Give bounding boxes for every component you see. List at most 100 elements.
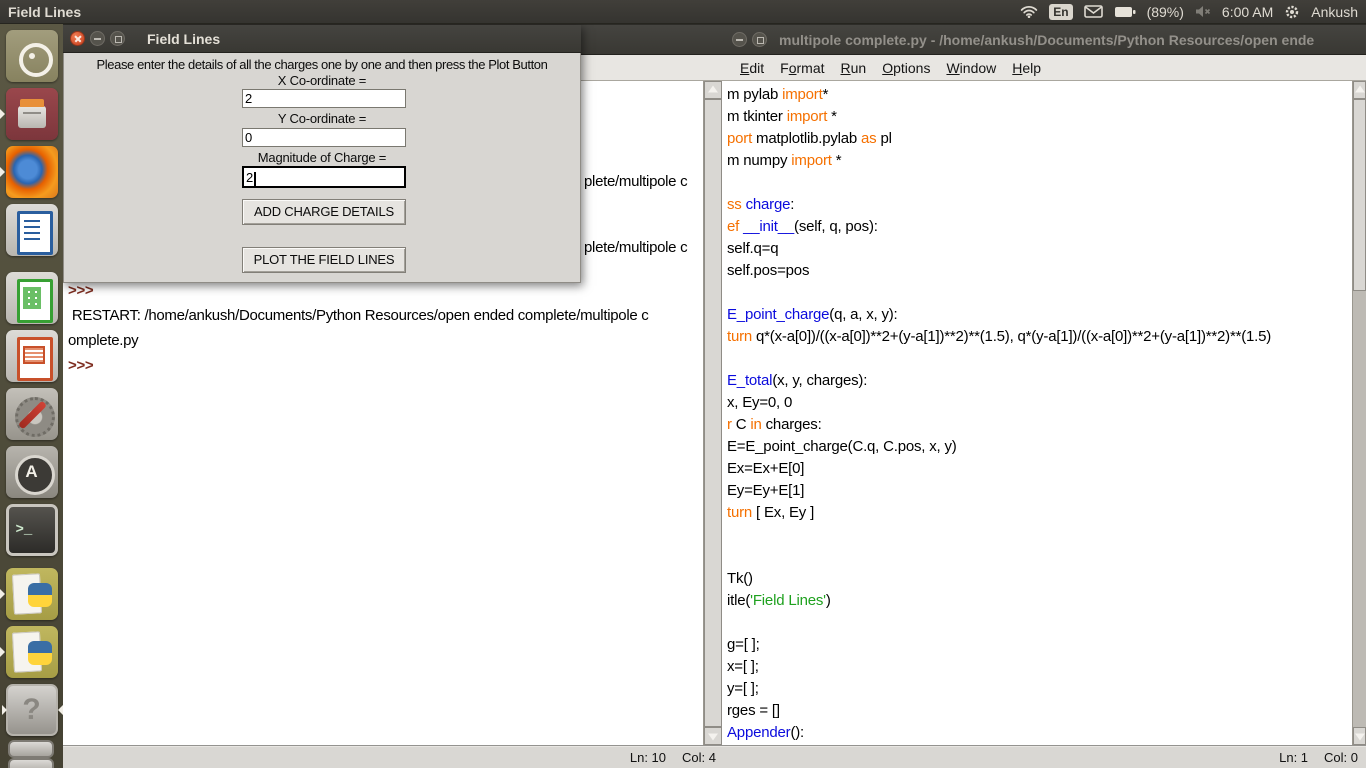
menu-edit[interactable]: Edit <box>740 60 764 76</box>
scrollbar-thumb[interactable] <box>704 99 722 727</box>
running-indicator-icon <box>2 705 7 715</box>
code-line: Ex=Ex+E[0] <box>727 458 1352 480</box>
editor-code-area[interactable]: m pylab import*m tkinter import *port ma… <box>727 84 1352 745</box>
code-line <box>727 546 1352 568</box>
y-coordinate-label: Y Co-ordinate = <box>64 111 580 126</box>
code-line: g=[ ]; <box>727 634 1352 656</box>
clock[interactable]: 6:00 AM <box>1222 4 1273 20</box>
editor-window: multipole complete.py - /home/ankush/Doc… <box>724 25 1366 768</box>
dialog-body: Please enter the details of all the char… <box>63 53 581 283</box>
code-line <box>727 524 1352 546</box>
menu-options[interactable]: Options <box>882 60 930 76</box>
launcher-item-system-settings[interactable] <box>6 388 58 440</box>
launcher-item-firefox[interactable] <box>6 146 58 198</box>
software-updater-glyph: A <box>6 462 58 482</box>
system-tray: En (89%) 6:00 AM Ankush <box>1020 4 1366 20</box>
mounted-drive-icon[interactable] <box>8 758 54 768</box>
launcher-item-python-idle-1[interactable] <box>6 568 58 620</box>
shell-output-line: RESTART: /home/ankush/Documents/Python R… <box>68 303 648 328</box>
volume-muted-icon[interactable] <box>1195 5 1211 18</box>
launcher-item-libreoffice-calc[interactable] <box>6 272 58 324</box>
desktop: multipole complete.py - /home/ankush/Doc… <box>0 0 1366 768</box>
shell-output-fragment: plete/multipole c <box>584 173 687 190</box>
code-line: E=E_point_charge(C.q, C.pos, x, y) <box>727 436 1352 458</box>
menu-window[interactable]: Window <box>946 60 996 76</box>
unity-launcher: A >_? <box>0 24 63 768</box>
x-coordinate-input[interactable] <box>242 89 406 108</box>
launcher-item-dash-home[interactable] <box>6 30 58 82</box>
y-coordinate-input[interactable] <box>242 128 406 147</box>
shell-scrollbar[interactable] <box>703 81 722 745</box>
launcher-item-software-updater[interactable]: A <box>6 446 58 498</box>
running-indicator-icon <box>0 109 5 119</box>
close-icon[interactable] <box>70 31 85 46</box>
magnitude-value: 2 <box>246 170 253 185</box>
mail-icon[interactable] <box>1084 5 1103 18</box>
top-panel: Field Lines En (89%) <box>0 0 1366 24</box>
editor-titlebar[interactable]: multipole complete.py - /home/ankush/Doc… <box>724 25 1366 55</box>
magnitude-input[interactable]: 2 <box>242 166 406 188</box>
code-line <box>727 612 1352 634</box>
code-line: rges = [] <box>727 700 1352 722</box>
scroll-up-icon[interactable] <box>1353 81 1366 99</box>
launcher-item-libreoffice-writer[interactable] <box>6 204 58 256</box>
shell-col-indicator: Col: 4 <box>682 750 716 765</box>
launcher-item-terminal[interactable]: >_ <box>6 504 58 556</box>
code-line: self.q=q <box>727 238 1352 260</box>
focused-indicator-icon <box>58 705 63 715</box>
keyboard-layout-indicator[interactable]: En <box>1049 4 1072 20</box>
editor-statusbar: Ln: 1 Col: 0 <box>724 745 1366 768</box>
scroll-down-icon[interactable] <box>1353 727 1366 745</box>
running-indicator-icon <box>0 589 5 599</box>
username[interactable]: Ankush <box>1311 4 1358 20</box>
code-line: ss charge: <box>727 194 1352 216</box>
code-line: self.pos=pos <box>727 260 1352 282</box>
code-line: m numpy import * <box>727 150 1352 172</box>
scroll-down-icon[interactable] <box>704 727 722 745</box>
scrollbar-thumb[interactable] <box>1353 99 1366 291</box>
dialog-titlebar[interactable]: Field Lines <box>63 25 581 53</box>
editor-menubar: Edit Format Run Options Window Help <box>724 55 1366 81</box>
menu-run[interactable]: Run <box>841 60 867 76</box>
menu-help[interactable]: Help <box>1012 60 1041 76</box>
field-lines-dialog: Field Lines Please enter the details of … <box>63 25 581 283</box>
code-line: port matplotlib.pylab as pl <box>727 128 1352 150</box>
maximize-icon[interactable] <box>110 31 125 46</box>
running-indicator-icon <box>0 167 5 177</box>
shell-line-indicator: Ln: 10 <box>630 750 666 765</box>
battery-icon[interactable] <box>1114 6 1136 18</box>
dialog-title: Field Lines <box>147 31 220 47</box>
code-line <box>727 172 1352 194</box>
code-line: Appender(): <box>727 722 1352 744</box>
text-cursor <box>254 172 256 186</box>
maximize-icon[interactable] <box>752 32 767 47</box>
shell-output-line: omplete.py <box>68 328 648 353</box>
session-gear-icon[interactable] <box>1284 4 1300 20</box>
battery-percent[interactable]: (89%) <box>1147 4 1184 20</box>
launcher-item-files[interactable] <box>6 88 58 140</box>
launcher-item-libreoffice-impress[interactable] <box>6 330 58 382</box>
minimize-icon[interactable] <box>732 32 747 47</box>
menu-format[interactable]: Format <box>780 60 824 76</box>
launcher-item-python-idle-2[interactable] <box>6 626 58 678</box>
editor-line-indicator: Ln: 1 <box>1279 750 1308 765</box>
code-line: turn q*(x-a[0])/((x-a[0])**2+(y-a[1])**2… <box>727 326 1352 348</box>
code-line: E_total(x, y, charges): <box>727 370 1352 392</box>
minimize-icon[interactable] <box>90 31 105 46</box>
code-line: x=[ ]; <box>727 656 1352 678</box>
shell-statusbar: Ln: 10 Col: 4 <box>63 745 724 768</box>
editor-scrollbar[interactable] <box>1352 81 1366 745</box>
mounted-drive-icon[interactable] <box>8 740 54 758</box>
code-line: itle('Field Lines') <box>727 590 1352 612</box>
editor-window-title: multipole complete.py - /home/ankush/Doc… <box>779 32 1314 48</box>
add-charge-button[interactable]: ADD CHARGE DETAILS <box>242 199 406 225</box>
code-line: E_point_charge(q, a, x, y): <box>727 304 1352 326</box>
code-line: m pylab import* <box>727 84 1352 106</box>
plot-field-lines-button[interactable]: PLOT THE FIELD LINES <box>242 247 406 273</box>
launcher-item-unknown-app[interactable]: ? <box>6 684 58 736</box>
editor-col-indicator: Col: 0 <box>1324 750 1358 765</box>
wifi-icon[interactable] <box>1020 5 1038 18</box>
unknown-app-glyph: ? <box>8 693 56 727</box>
scroll-up-icon[interactable] <box>704 81 722 99</box>
code-line <box>727 348 1352 370</box>
